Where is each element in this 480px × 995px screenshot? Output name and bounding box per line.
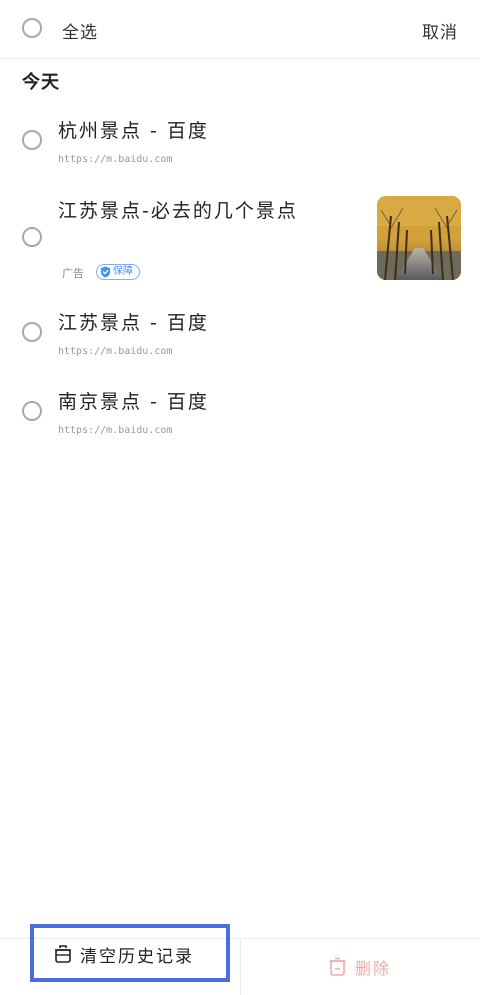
history-item[interactable]: 南京景点 - 百度 https://m.baidu.com	[0, 381, 480, 451]
select-all-label[interactable]: 全选	[62, 18, 98, 43]
item-select-radio[interactable]	[22, 401, 42, 421]
clear-history-button[interactable]: 清空历史记录	[30, 924, 230, 982]
section-title-today: 今天	[22, 72, 60, 93]
clear-history-label: 清空历史记录	[80, 947, 194, 967]
selection-header: 全选 取消	[0, 0, 480, 59]
item-url: https://m.baidu.com	[58, 346, 173, 357]
delete-button[interactable]: 删除	[241, 939, 480, 995]
item-title[interactable]: 江苏景点 - 百度	[58, 308, 209, 335]
ad-thumbnail-image[interactable]	[377, 196, 461, 280]
guarantee-badge: 保障	[96, 264, 140, 280]
select-all-radio[interactable]	[22, 18, 42, 38]
trash-icon	[329, 957, 346, 976]
cancel-button[interactable]: 取消	[422, 18, 458, 43]
bottom-action-bar: 清空历史记录 删除	[0, 924, 480, 995]
autumn-road-image	[377, 196, 461, 280]
item-url: https://m.baidu.com	[58, 425, 173, 436]
delete-label: 删除	[355, 959, 392, 978]
item-title[interactable]: 南京景点 - 百度	[58, 387, 209, 414]
history-item[interactable]: 江苏景点 - 百度 https://m.baidu.com	[0, 302, 480, 372]
trash-bin-icon	[55, 945, 71, 963]
ad-label: 广告	[62, 267, 84, 280]
item-title[interactable]: 江苏景点-必去的几个景点	[58, 196, 298, 223]
item-select-radio[interactable]	[22, 227, 42, 247]
item-select-radio[interactable]	[22, 322, 42, 342]
badge-text: 保障	[113, 266, 133, 277]
item-select-radio[interactable]	[22, 130, 42, 150]
item-title[interactable]: 杭州景点 - 百度	[58, 116, 209, 143]
item-url: https://m.baidu.com	[58, 154, 173, 165]
history-item[interactable]: 杭州景点 - 百度 https://m.baidu.com	[0, 110, 480, 180]
shield-check-icon	[100, 266, 111, 278]
